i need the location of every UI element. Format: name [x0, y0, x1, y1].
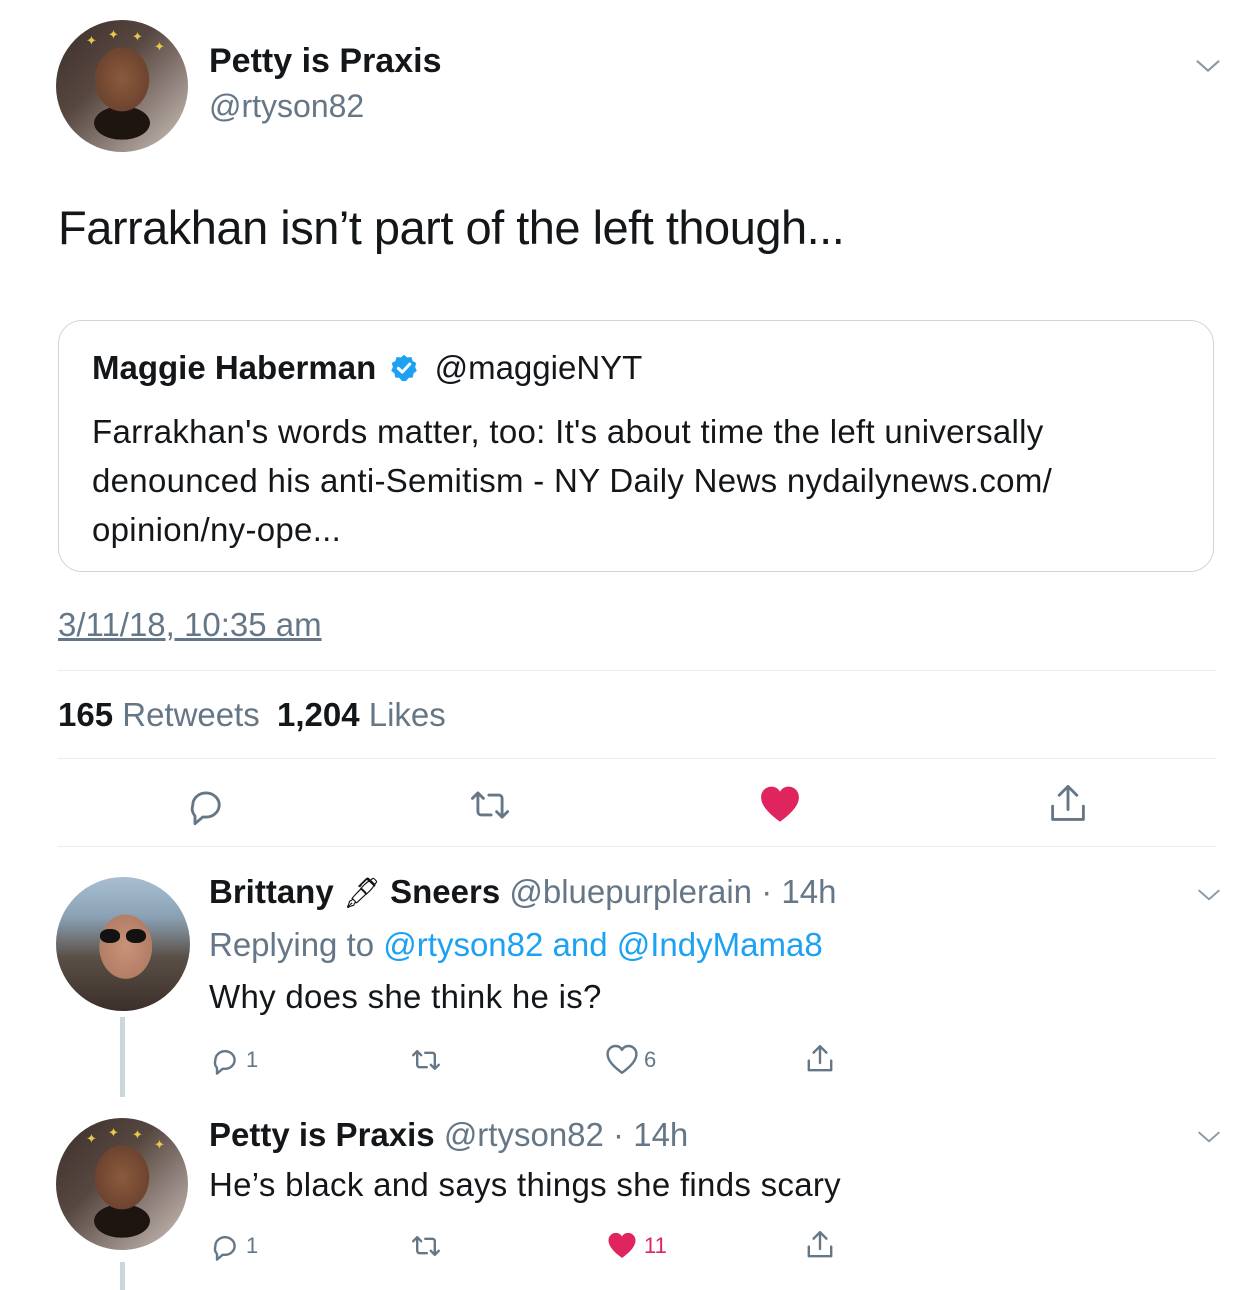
heart-icon[interactable] — [606, 1231, 638, 1261]
quoted-tweet-text: Farrakhan's words matter, too: It's abou… — [92, 413, 1053, 548]
quoted-tweet-header: Maggie Haberman @maggieNYT — [92, 349, 642, 387]
replying-to-and: and — [552, 926, 608, 963]
author-avatar[interactable]: ✦ ✦ ✦ ✦ — [56, 20, 188, 152]
crown-star-icon: ✦ — [108, 27, 119, 42]
retweets-label[interactable]: Retweets — [122, 696, 260, 733]
reply-icon[interactable] — [209, 1230, 241, 1262]
thread-line — [120, 1262, 125, 1290]
crown-star-icon: ✦ — [154, 39, 165, 54]
crown-star-icon: ✦ — [132, 29, 143, 44]
chevron-down-icon[interactable] — [1194, 52, 1222, 80]
reply-avatar[interactable]: ✦ ✦ ✦ ✦ — [56, 1118, 188, 1250]
reply-icon[interactable] — [209, 1044, 241, 1076]
retweet-icon[interactable] — [408, 1230, 444, 1262]
author-display-name[interactable]: Petty is Praxis — [209, 42, 441, 81]
crown-star-icon: ✦ — [86, 33, 97, 48]
reply-header: Brittany 🖋 Sneers @bluepurplerain · 14h — [209, 873, 836, 911]
like-count: 6 — [644, 1047, 657, 1072]
quoted-tweet-card[interactable]: Maggie Haberman @maggieNYT Farrakhan's w… — [58, 320, 1214, 572]
likes-count[interactable]: 1,204 — [277, 696, 360, 733]
crown-star-icon: ✦ — [108, 1125, 119, 1140]
tweet-timestamp[interactable]: 3/11/18, 10:35 am — [58, 606, 322, 644]
crown-star-icon: ✦ — [132, 1127, 143, 1142]
reply-handle[interactable]: @bluepurplerain — [509, 873, 752, 910]
quoted-display-name: Maggie Haberman — [92, 349, 377, 386]
reply-time[interactable]: 14h — [633, 1116, 688, 1153]
tweet-text: Farrakhan isn’t part of the left though.… — [58, 201, 845, 254]
retweet-icon[interactable] — [466, 783, 514, 827]
crown-star-icon: ✦ — [154, 1137, 165, 1152]
divider — [58, 670, 1216, 671]
dot-separator: · — [752, 873, 782, 910]
reply-display-name[interactable]: Petty is Praxis — [209, 1116, 435, 1153]
replying-to-line: Replying to @rtyson82 and @IndyMama8 — [209, 926, 823, 964]
crown-star-icon: ✦ — [86, 1131, 97, 1146]
reply-icon[interactable] — [184, 783, 228, 827]
dot-separator: · — [603, 1116, 634, 1153]
chevron-down-icon[interactable] — [1196, 1124, 1222, 1150]
replying-to-user[interactable]: @rtyson82 — [383, 926, 543, 963]
author-handle[interactable]: @rtyson82 — [209, 88, 364, 125]
divider — [58, 846, 1216, 847]
pen-emoji-icon: 🖋 — [342, 877, 381, 910]
engagement-stats: 165 Retweets 1,204 Likes — [58, 696, 446, 734]
reply-display-name-suffix[interactable]: Sneers — [390, 873, 500, 910]
retweets-count[interactable]: 165 — [58, 696, 113, 733]
like-count: 11 — [644, 1233, 667, 1258]
reply-count: 1 — [246, 1233, 259, 1258]
divider — [58, 758, 1216, 759]
heart-icon[interactable] — [758, 784, 802, 826]
reply-avatar[interactable] — [56, 877, 190, 1011]
thread-line — [120, 1017, 125, 1097]
reply-display-name[interactable]: Brittany — [209, 873, 334, 910]
replying-to-user[interactable]: @IndyMama8 — [617, 926, 823, 963]
share-icon[interactable] — [804, 1042, 836, 1076]
reply-header: Petty is Praxis @rtyson82 · 14h — [209, 1116, 688, 1154]
reply-text: Why does she think he is? — [209, 978, 602, 1015]
thread-line — [120, 1098, 125, 1116]
likes-label[interactable]: Likes — [369, 696, 446, 733]
replying-to-label: Replying to — [209, 926, 375, 963]
chevron-down-icon[interactable] — [1196, 882, 1222, 908]
share-icon[interactable] — [1046, 782, 1090, 826]
verified-badge-icon — [391, 354, 418, 382]
heart-icon[interactable] — [606, 1044, 638, 1076]
quoted-handle: @maggieNYT — [434, 349, 643, 386]
reply-count: 1 — [246, 1047, 259, 1072]
retweet-icon[interactable] — [408, 1044, 444, 1076]
share-icon[interactable] — [804, 1228, 836, 1262]
reply-handle[interactable]: @rtyson82 — [444, 1116, 604, 1153]
reply-text: He’s black and says things she finds sca… — [209, 1166, 841, 1203]
reply-time[interactable]: 14h — [781, 873, 836, 910]
